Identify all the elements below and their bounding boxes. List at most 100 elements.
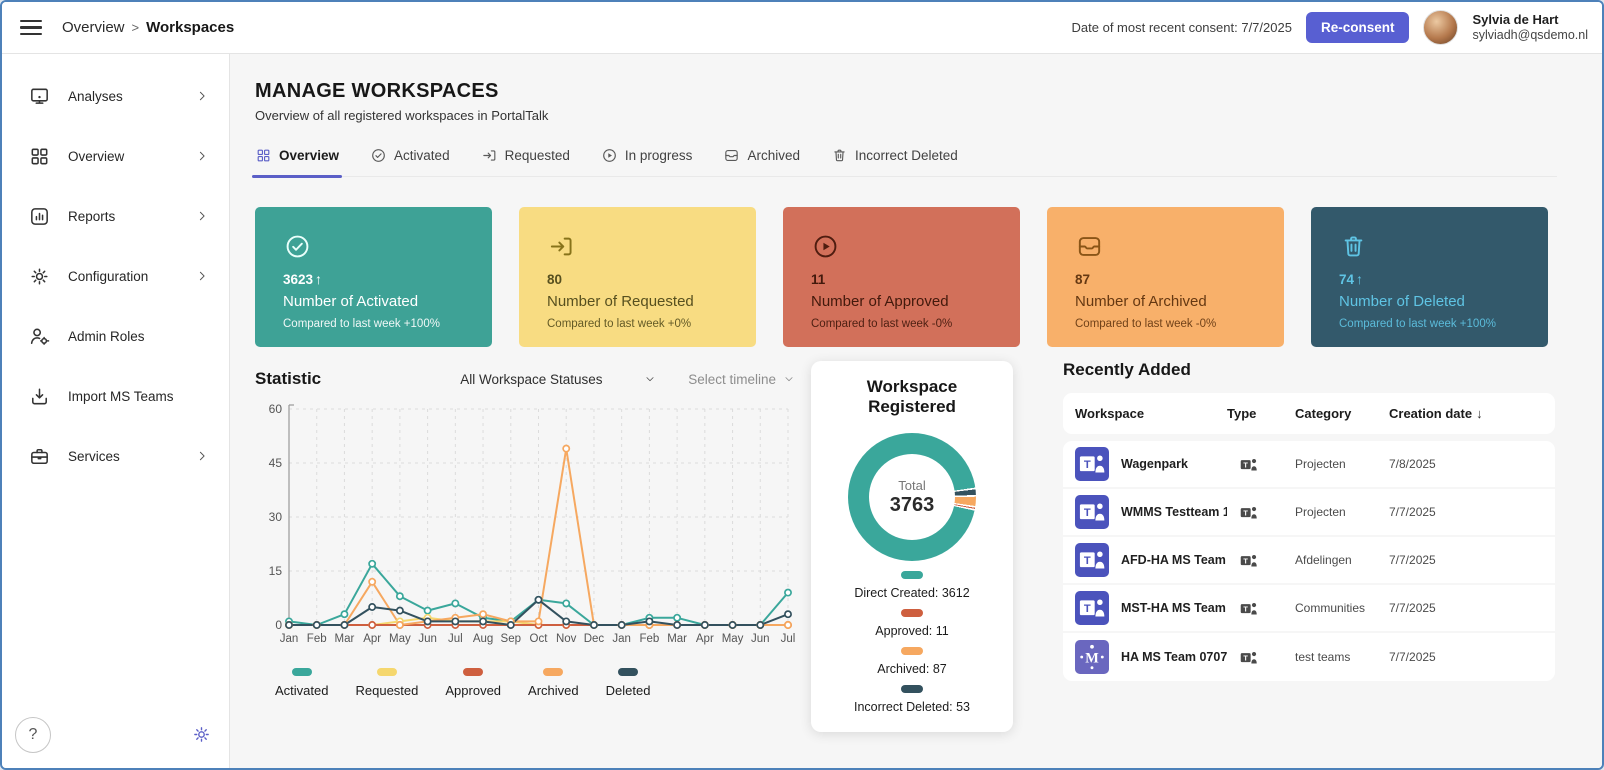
stat-card-number-of-activated[interactable]: 3623↑Number of ActivatedCompared to last…	[255, 207, 492, 347]
tab-activated[interactable]: Activated	[370, 147, 450, 176]
donut-legend-label: Approved: 11	[875, 624, 948, 638]
reconsent-button[interactable]: Re-consent	[1306, 12, 1410, 43]
settings-gear-icon[interactable]	[191, 724, 212, 745]
gear-icon	[28, 265, 51, 288]
svg-text:M: M	[1085, 650, 1099, 666]
hamburger-menu-icon[interactable]	[20, 16, 42, 40]
legend-label: Deleted	[606, 683, 651, 698]
sidebar-item-label: Reports	[68, 209, 115, 224]
recently-added-section: Recently Added WorkspaceTypeCategoryCrea…	[1063, 360, 1555, 681]
page-subtitle: Overview of all registered workspaces in…	[255, 108, 1602, 123]
workspace-name: HA MS Team 07072	[1121, 650, 1227, 664]
stat-card-number-of-deleted[interactable]: 74↑Number of DeletedCompared to last wee…	[1311, 207, 1548, 347]
column-header-type: Type	[1227, 406, 1295, 421]
workspace-registered-card: Workspace Registered Total 3763 Direct C…	[811, 361, 1013, 732]
timeline-filter-dropdown[interactable]: Select timeline	[688, 372, 795, 387]
sidebar-item-import-ms-teams[interactable]: Import MS Teams	[2, 366, 229, 426]
donut-legend: Direct Created: 3612 Approved: 11 Archived…	[821, 571, 1003, 714]
column-header-workspace: Workspace	[1075, 406, 1227, 421]
sidebar-item-configuration[interactable]: Configuration	[2, 246, 229, 306]
breadcrumb-section[interactable]: Overview	[62, 19, 125, 36]
stat-card-value: 3623↑	[283, 271, 476, 287]
statistic-section: Statistic All Workspace Statuses Select …	[255, 369, 803, 698]
workspace-creation-date: 7/7/2025	[1389, 505, 1555, 519]
teams-type-icon: T	[1227, 599, 1295, 617]
sidebar-item-label: Analyses	[68, 89, 123, 104]
svg-text:0: 0	[275, 618, 282, 632]
tab-in-progress[interactable]: In progress	[601, 147, 693, 176]
legend-item-deleted[interactable]: Deleted	[606, 668, 651, 698]
stat-card-title: Number of Archived	[1075, 293, 1268, 310]
svg-text:Jan: Jan	[280, 633, 299, 645]
table-row[interactable]: TMST-HA MS Team (TCommunities7/7/2025	[1063, 585, 1555, 633]
legend-item-activated[interactable]: Activated	[275, 668, 328, 698]
workspace-tabs: Overview Activated Requested In progress Arc…	[255, 147, 1557, 177]
tab-label: In progress	[625, 148, 693, 163]
table-row[interactable]: MHA MS Team 07072Ttest teams7/7/2025	[1063, 633, 1555, 681]
legend-swatch	[543, 668, 563, 676]
svg-text:Oct: Oct	[530, 633, 549, 645]
chevron-down-icon	[783, 373, 795, 385]
tab-requested[interactable]: Requested	[481, 147, 570, 176]
status-filter-dropdown[interactable]: All Workspace Statuses	[460, 372, 656, 387]
user-info: Sylvia de Hart sylviadh@qsdemo.nl	[1472, 12, 1588, 44]
stat-card-title: Number of Activated	[283, 293, 476, 310]
svg-text:Feb: Feb	[307, 633, 327, 645]
table-row[interactable]: TWagenparkTProjecten7/8/2025	[1063, 441, 1555, 489]
workspace-name: WMMS Testteam 1	[1121, 505, 1227, 519]
table-row[interactable]: TWMMS Testteam 1TProjecten7/7/2025	[1063, 489, 1555, 537]
chevron-right-icon	[195, 269, 209, 283]
stat-card-title: Number of Requested	[547, 293, 740, 310]
sidebar-item-services[interactable]: Services	[2, 426, 229, 486]
stat-card-number-of-approved[interactable]: 11Number of ApprovedCompared to last wee…	[783, 207, 1020, 347]
donut-center-label: Total	[898, 478, 925, 493]
stat-card-value: 74↑	[1339, 271, 1532, 287]
stat-card-subtitle: Compared to last week +0%	[547, 318, 740, 330]
stat-card-number-of-requested[interactable]: 80Number of RequestedCompared to last we…	[519, 207, 756, 347]
column-header-creation-date[interactable]: Creation date↓	[1389, 406, 1555, 421]
legend-swatch	[292, 668, 312, 676]
chevron-right-icon	[195, 209, 209, 223]
breadcrumb-current: Workspaces	[146, 19, 234, 36]
donut-legend-item-archived: Archived: 87	[821, 647, 1003, 676]
svg-text:15: 15	[269, 564, 283, 578]
sidebar-item-analyses[interactable]: Analyses	[2, 66, 229, 126]
briefcase-icon	[28, 445, 51, 468]
donut-legend-item-direct-created: Direct Created: 3612	[821, 571, 1003, 600]
sidebar-item-reports[interactable]: Reports	[2, 186, 229, 246]
app-window: Overview > Workspaces Date of most recen…	[0, 0, 1604, 770]
svg-text:Apr: Apr	[363, 633, 381, 645]
workspace-category: test teams	[1295, 650, 1389, 664]
tab-archived[interactable]: Archived	[723, 147, 800, 176]
sidebar-item-overview[interactable]: Overview	[2, 126, 229, 186]
play-circle-icon	[601, 147, 618, 164]
donut-legend-label: Archived: 87	[877, 662, 946, 676]
sidebar-item-label: Configuration	[68, 269, 148, 284]
legend-label: Requested	[355, 683, 418, 698]
svg-text:Apr: Apr	[696, 633, 714, 645]
stat-card-number-of-archived[interactable]: 87Number of ArchivedCompared to last wee…	[1047, 207, 1284, 347]
help-button[interactable]: ?	[15, 717, 51, 753]
donut-legend-label: Incorrect Deleted: 53	[854, 700, 970, 714]
page-title: MANAGE WORKSPACES	[255, 80, 1602, 103]
tab-incorrect-deleted[interactable]: Incorrect Deleted	[831, 147, 958, 176]
svg-text:T: T	[1243, 460, 1248, 469]
sidebar-item-admin-roles[interactable]: Admin Roles	[2, 306, 229, 366]
user-avatar[interactable]	[1423, 10, 1458, 45]
legend-item-archived[interactable]: Archived	[528, 668, 579, 698]
legend-label: Archived	[528, 683, 579, 698]
stat-card-subtitle: Compared to last week -0%	[811, 318, 1004, 330]
tab-overview[interactable]: Overview	[255, 147, 339, 176]
tab-label: Overview	[279, 148, 339, 163]
consent-date-text: Date of most recent consent: 7/7/2025	[1072, 20, 1292, 35]
table-row[interactable]: TAFD-HA MS Team (TAfdelingen7/7/2025	[1063, 537, 1555, 585]
monogram-m-avatar-icon: M	[1075, 640, 1109, 674]
teams-avatar-icon: T	[1075, 543, 1109, 577]
legend-item-approved[interactable]: Approved	[445, 668, 501, 698]
stat-card-title: Number of Deleted	[1339, 293, 1532, 310]
top-bar: Overview > Workspaces Date of most recen…	[2, 2, 1602, 54]
svg-text:T: T	[1084, 555, 1091, 567]
legend-item-requested[interactable]: Requested	[355, 668, 418, 698]
user-email: sylviadh@qsdemo.nl	[1472, 28, 1588, 44]
svg-text:May: May	[389, 633, 411, 645]
